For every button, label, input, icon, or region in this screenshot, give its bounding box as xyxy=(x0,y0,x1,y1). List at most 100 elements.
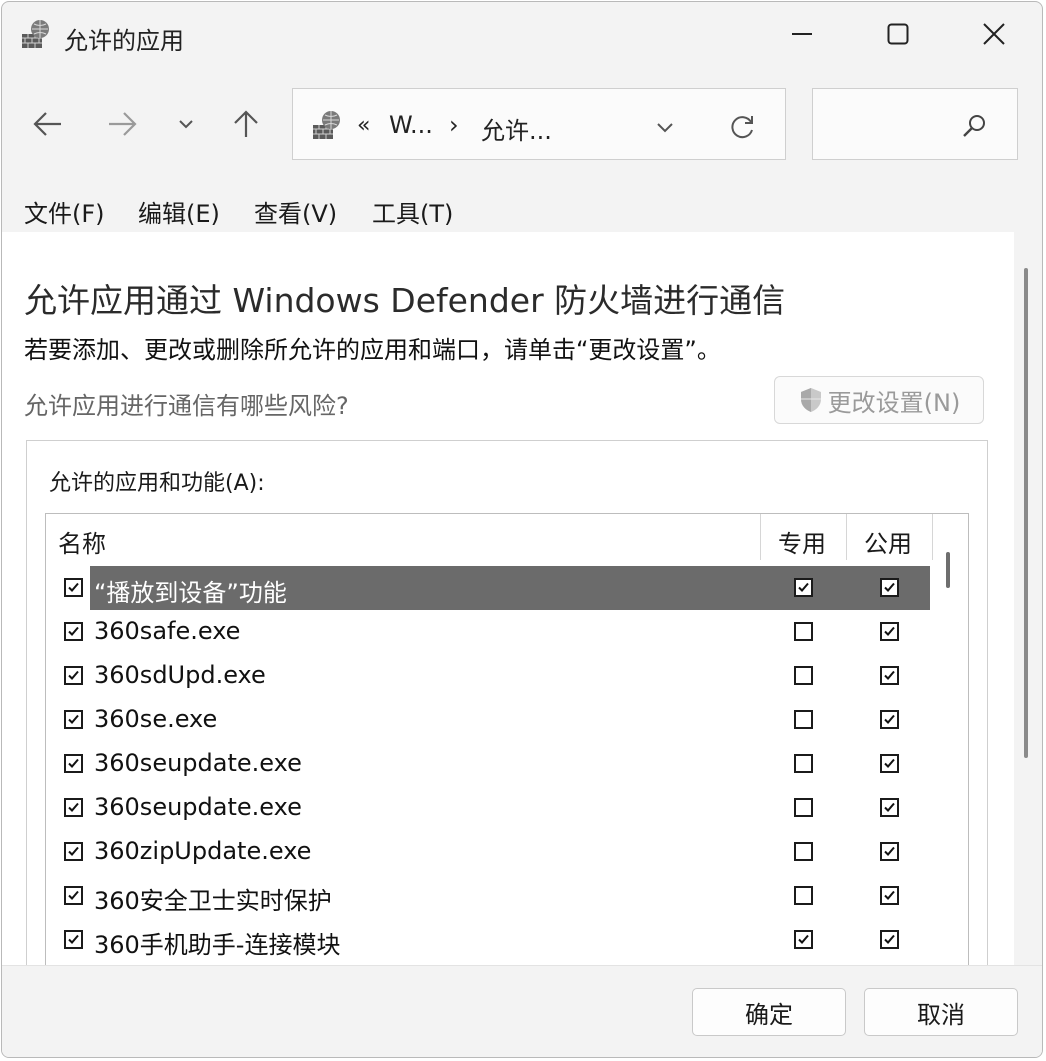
maximize-icon xyxy=(887,23,909,45)
menu-file[interactable]: 文件(F) xyxy=(24,194,105,229)
private-network-checkbox[interactable] xyxy=(794,622,813,641)
chevron-down-icon xyxy=(179,120,193,129)
app-enabled-checkbox[interactable] xyxy=(64,798,83,817)
address-segment-windows[interactable]: W... xyxy=(389,111,433,139)
allowed-apps-label: 允许的应用和功能(A): xyxy=(49,471,265,496)
public-network-checkbox[interactable] xyxy=(880,930,899,949)
app-name: 360zipUpdate.exe xyxy=(94,837,312,865)
forward-button[interactable] xyxy=(100,98,144,150)
main-content: 允许应用通过 Windows Defender 防火墙进行通信 若要添加、更改或… xyxy=(2,232,1014,983)
minimize-button[interactable] xyxy=(780,12,824,56)
menu-bar: 文件(F) 编辑(E) 查看(V) 工具(T) xyxy=(2,188,1042,232)
allowed-apps-group: 允许的应用和功能(A): 名称 专用 公用 “播放到设备”功能 360safe.e… xyxy=(26,440,988,983)
app-enabled-checkbox[interactable] xyxy=(64,578,83,597)
public-network-checkbox[interactable] xyxy=(880,666,899,685)
app-name: “播放到设备”功能 xyxy=(94,579,287,607)
table-row[interactable]: 360手机助手-连接模块 xyxy=(46,918,934,962)
arrow-right-icon xyxy=(109,112,137,136)
allowed-apps-list[interactable]: 名称 专用 公用 “播放到设备”功能 360safe.exe 360sdUpd.ex… xyxy=(45,513,969,983)
private-network-checkbox[interactable] xyxy=(794,798,813,817)
page-scrollbar-thumb[interactable] xyxy=(1024,268,1028,758)
window-title: 允许的应用 xyxy=(64,27,184,55)
page-scrollbar[interactable] xyxy=(1014,232,1042,965)
column-divider[interactable] xyxy=(846,514,847,560)
back-button[interactable] xyxy=(26,98,70,150)
column-divider[interactable] xyxy=(760,514,761,560)
close-icon xyxy=(983,23,1005,45)
cancel-button[interactable]: 取消 xyxy=(864,988,1018,1036)
address-dropdown-button[interactable] xyxy=(651,113,679,141)
arrow-up-icon xyxy=(234,110,258,137)
search-icon xyxy=(963,115,985,137)
app-name: 360手机助手-连接模块 xyxy=(94,931,341,959)
app-enabled-checkbox[interactable] xyxy=(64,666,83,685)
public-network-checkbox[interactable] xyxy=(880,842,899,861)
column-header-private[interactable]: 专用 xyxy=(778,524,826,559)
list-scrollbar[interactable] xyxy=(934,514,968,982)
column-header-public[interactable]: 公用 xyxy=(864,524,912,559)
public-network-checkbox[interactable] xyxy=(880,798,899,817)
app-name: 360安全卫士实时保护 xyxy=(94,887,332,915)
table-row[interactable]: 360zipUpdate.exe xyxy=(46,830,934,874)
private-network-checkbox[interactable] xyxy=(794,710,813,729)
address-segment-allowed-apps[interactable]: 允许... xyxy=(481,111,552,146)
public-network-checkbox[interactable] xyxy=(880,754,899,773)
public-network-checkbox[interactable] xyxy=(880,622,899,641)
recent-locations-button[interactable] xyxy=(164,98,208,150)
column-divider[interactable] xyxy=(932,514,933,560)
app-name: 360seupdate.exe xyxy=(94,793,302,821)
app-enabled-checkbox[interactable] xyxy=(64,754,83,773)
table-row[interactable]: 360seupdate.exe xyxy=(46,786,934,830)
table-row[interactable]: 360safe.exe xyxy=(46,610,934,654)
firewall-location-icon xyxy=(313,111,340,139)
table-row[interactable]: 360seupdate.exe xyxy=(46,742,934,786)
address-bar[interactable]: « W... › 允许... xyxy=(292,88,786,160)
close-button[interactable] xyxy=(972,12,1016,56)
list-header: 名称 专用 公用 xyxy=(46,514,934,560)
app-name: 360se.exe xyxy=(94,705,218,733)
change-settings-button[interactable]: 更改设置(N) xyxy=(774,376,984,424)
private-network-checkbox[interactable] xyxy=(794,666,813,685)
public-network-checkbox[interactable] xyxy=(880,578,899,597)
private-network-checkbox[interactable] xyxy=(794,754,813,773)
change-settings-label: 更改设置(N) xyxy=(827,388,961,417)
chevron-down-icon xyxy=(657,123,673,133)
maximize-button[interactable] xyxy=(876,12,920,56)
table-row[interactable]: 360sdUpd.exe xyxy=(46,654,934,698)
arrow-left-icon xyxy=(33,112,61,136)
risk-info-link[interactable]: 允许应用进行通信有哪些风险? xyxy=(24,386,349,421)
app-enabled-checkbox[interactable] xyxy=(64,886,83,905)
page-description: 若要添加、更改或删除所允许的应用和端口，请单击“更改设置”。 xyxy=(24,336,721,364)
up-button[interactable] xyxy=(224,98,268,150)
table-row[interactable]: 360安全卫士实时保护 xyxy=(46,874,934,918)
refresh-icon xyxy=(731,116,753,139)
app-name: 360sdUpd.exe xyxy=(94,661,266,689)
private-network-checkbox[interactable] xyxy=(794,930,813,949)
app-enabled-checkbox[interactable] xyxy=(64,622,83,641)
refresh-button[interactable] xyxy=(729,113,757,141)
app-enabled-checkbox[interactable] xyxy=(64,842,83,861)
menu-edit[interactable]: 编辑(E) xyxy=(138,194,220,229)
table-row[interactable]: “播放到设备”功能 xyxy=(46,566,934,610)
app-enabled-checkbox[interactable] xyxy=(64,710,83,729)
search-box[interactable] xyxy=(812,88,1018,160)
address-overflow[interactable]: « xyxy=(357,113,370,138)
app-enabled-checkbox[interactable] xyxy=(64,930,83,949)
page-title: 允许应用通过 Windows Defender 防火墙进行通信 xyxy=(24,281,786,320)
menu-tools[interactable]: 工具(T) xyxy=(372,194,453,229)
private-network-checkbox[interactable] xyxy=(794,886,813,905)
menu-view[interactable]: 查看(V) xyxy=(254,194,337,229)
navigation-bar: « W... › 允许... xyxy=(2,86,1042,162)
dialog-footer: 确定 取消 xyxy=(2,965,1042,1057)
address-separator[interactable]: › xyxy=(449,111,459,139)
ok-button[interactable]: 确定 xyxy=(692,988,846,1036)
list-scrollbar-thumb[interactable] xyxy=(946,552,950,588)
public-network-checkbox[interactable] xyxy=(880,886,899,905)
shield-icon xyxy=(800,388,821,412)
private-network-checkbox[interactable] xyxy=(794,842,813,861)
private-network-checkbox[interactable] xyxy=(794,578,813,597)
column-header-name[interactable]: 名称 xyxy=(58,524,106,559)
public-network-checkbox[interactable] xyxy=(880,710,899,729)
allowed-apps-window: 允许的应用 « W... › 允许... 文件(F) 编辑(E) 查看(V) 工… xyxy=(1,1,1043,1058)
table-row[interactable]: 360se.exe xyxy=(46,698,934,742)
